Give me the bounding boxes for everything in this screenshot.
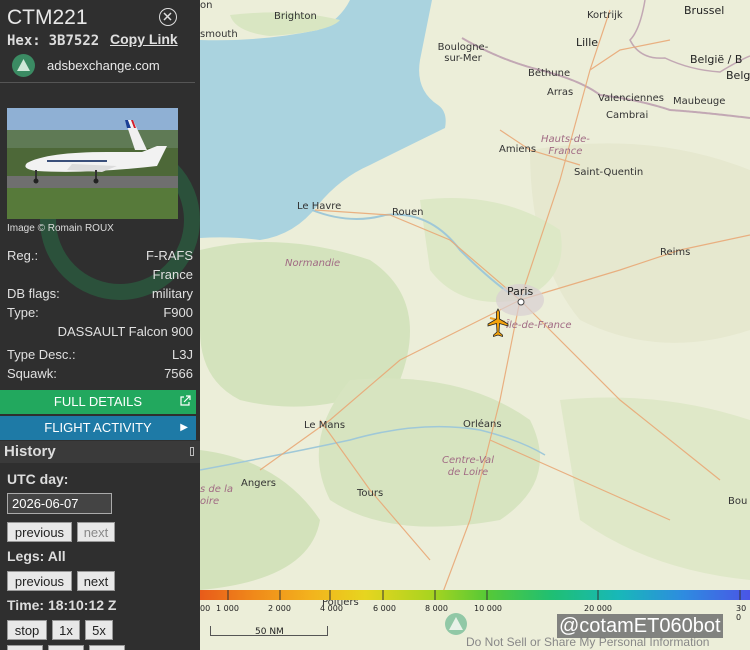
source-site-name: adsbexchange.com [47,58,160,73]
place-label: Brussel [684,4,725,17]
previous-leg-button[interactable]: previous [7,571,72,591]
date-field[interactable] [7,493,112,514]
info-value: military [151,286,193,301]
next-day-button[interactable]: next [77,522,115,542]
colorbar-label: 6 000 [373,604,396,613]
flight-activity-button[interactable]: FLIGHT ACTIVITY ▶ [0,416,196,440]
place-label: Arras [547,87,574,98]
place-label: Reims [660,247,691,258]
place-label: Rouen [392,207,424,218]
info-label: Squawk: [7,366,57,381]
stop-button[interactable]: stop [7,620,47,640]
playback-button[interactable] [48,645,84,650]
info-value: F900 [163,305,193,320]
external-link-icon [180,395,191,406]
copy-link[interactable]: Copy Link [110,31,178,47]
source-site-row[interactable]: adsbexchange.com [0,50,195,83]
place-label: on [200,0,213,11]
history-title: History [4,443,56,460]
place-label: Valenciennes [598,93,664,104]
region-label: Normandie [285,258,341,269]
colorbar-label: 4 000 [320,604,343,613]
place-label: Amiens [499,144,537,155]
aircraft-photo[interactable] [7,108,178,219]
utc-day-label: UTC day: [7,471,69,487]
place-label: Tours [357,488,384,499]
time-label: Time: 18:10:12 Z [7,597,117,613]
region-label: Île-de-France [506,320,572,331]
callsign-title: CTM221 [7,6,88,29]
hex-label: Hex: [7,33,41,49]
place-label: Kortrijk [587,10,623,21]
altitude-colorbar [200,590,750,600]
info-value: L3J [172,347,193,362]
info-value: DASSAULT Falcon 900 [57,324,193,339]
flight-activity-label: FLIGHT ACTIVITY [44,420,152,435]
map-view[interactable]: Brighton smouth on Brussel Kortrijk Lill… [200,0,750,650]
place-label: Brighton [274,11,317,22]
place-label: Angers [241,478,276,489]
speed-5x-button[interactable]: 5x [85,620,113,640]
legs-label: Legs: All [7,548,66,564]
hex-row: Hex: 3B7522 [7,32,99,49]
place-label: Bou [728,496,748,507]
place-label: Paris [507,285,534,298]
region-label: s de la oire [200,484,233,507]
adsbexchange-logo-icon [12,54,35,77]
info-label: Type: [7,305,39,320]
chevron-right-icon: ▶ [180,422,188,433]
next-leg-button[interactable]: next [77,571,115,591]
place-label: Lille [576,36,599,49]
colorbar-label: 00 [200,604,211,613]
colorbar-label: 1 000 [216,604,239,613]
scale-label: 50 NM [255,627,284,637]
place-label: Le Mans [304,420,346,431]
place-label: Maubeuge [673,96,726,107]
info-label: Type Desc.: [7,347,76,362]
bot-watermark: @cotamET060bot [557,614,723,638]
full-details-label: FULL DETAILS [53,394,143,409]
region-label: Centre-Val de Loire [442,455,494,478]
aircraft-info-panel: CTM221 Hex: 3B7522 Copy Link adsbexchang… [0,0,200,650]
photo-credit: Image © Romain ROUX [7,223,114,234]
adsbexchange-logo-icon [445,613,467,635]
place-label: smouth [200,29,238,40]
colorbar-label: 10 000 [474,604,502,613]
place-label: Orléans [463,419,502,430]
aircraft-marker-icon[interactable] [486,308,510,338]
playback-button[interactable] [7,645,43,650]
info-value: France [152,267,193,282]
place-label: Béthune [528,68,571,79]
previous-day-button[interactable]: previous [7,522,72,542]
colorbar-label: 20 000 [584,604,612,613]
place-label: Cambrai [606,110,649,121]
colorbar-label: 30 0 [736,604,747,622]
full-details-button[interactable]: FULL DETAILS [0,390,196,414]
colorbar-label: 2 000 [268,604,291,613]
info-value: 7566 [164,366,193,381]
place-label: Belg [726,69,750,82]
speed-1x-button[interactable]: 1x [52,620,80,640]
close-icon[interactable] [159,8,177,26]
hex-value: 3B7522 [48,33,100,49]
region-label: Hauts-de- France [541,134,590,157]
info-value: F-RAFS [146,248,193,263]
colorbar-label: 8 000 [425,604,448,613]
playback-button[interactable] [89,645,125,650]
history-header[interactable]: History [0,441,200,463]
collapse-icon[interactable] [190,447,194,456]
info-label: Reg.: [7,248,39,263]
place-label: Boulogne- sur-Mer [437,42,489,64]
place-label: Le Havre [297,201,342,212]
place-label: België / B [690,53,743,66]
map-base [200,0,750,650]
info-label: DB flags: [7,286,60,301]
place-label: Saint-Quentin [574,167,644,178]
